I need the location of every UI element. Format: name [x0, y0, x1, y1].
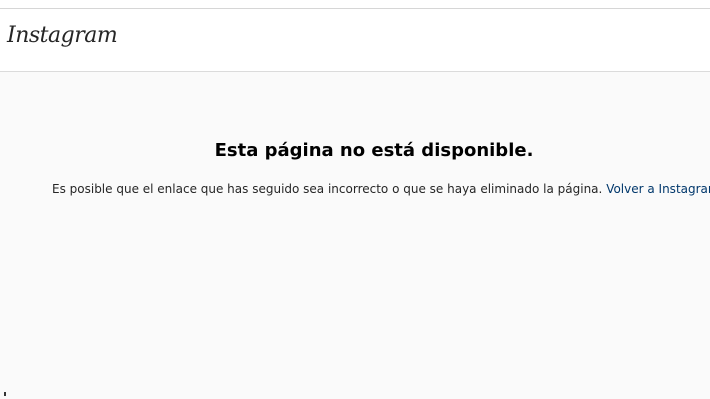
- error-page-main: Esta página no está disponible. Es posib…: [0, 72, 710, 399]
- back-to-instagram-link[interactable]: Volver a Instagram.: [606, 182, 710, 196]
- cursor-mark: [4, 392, 6, 396]
- error-message-text: Es posible que el enlace que has seguido…: [52, 182, 603, 196]
- error-message: Es posible que el enlace que has seguido…: [52, 182, 710, 196]
- top-navbar: Instagram: [0, 9, 710, 72]
- instagram-logo[interactable]: Instagram: [7, 23, 118, 48]
- browser-top-strip: [0, 0, 710, 9]
- error-title: Esta página no está disponible.: [214, 140, 534, 161]
